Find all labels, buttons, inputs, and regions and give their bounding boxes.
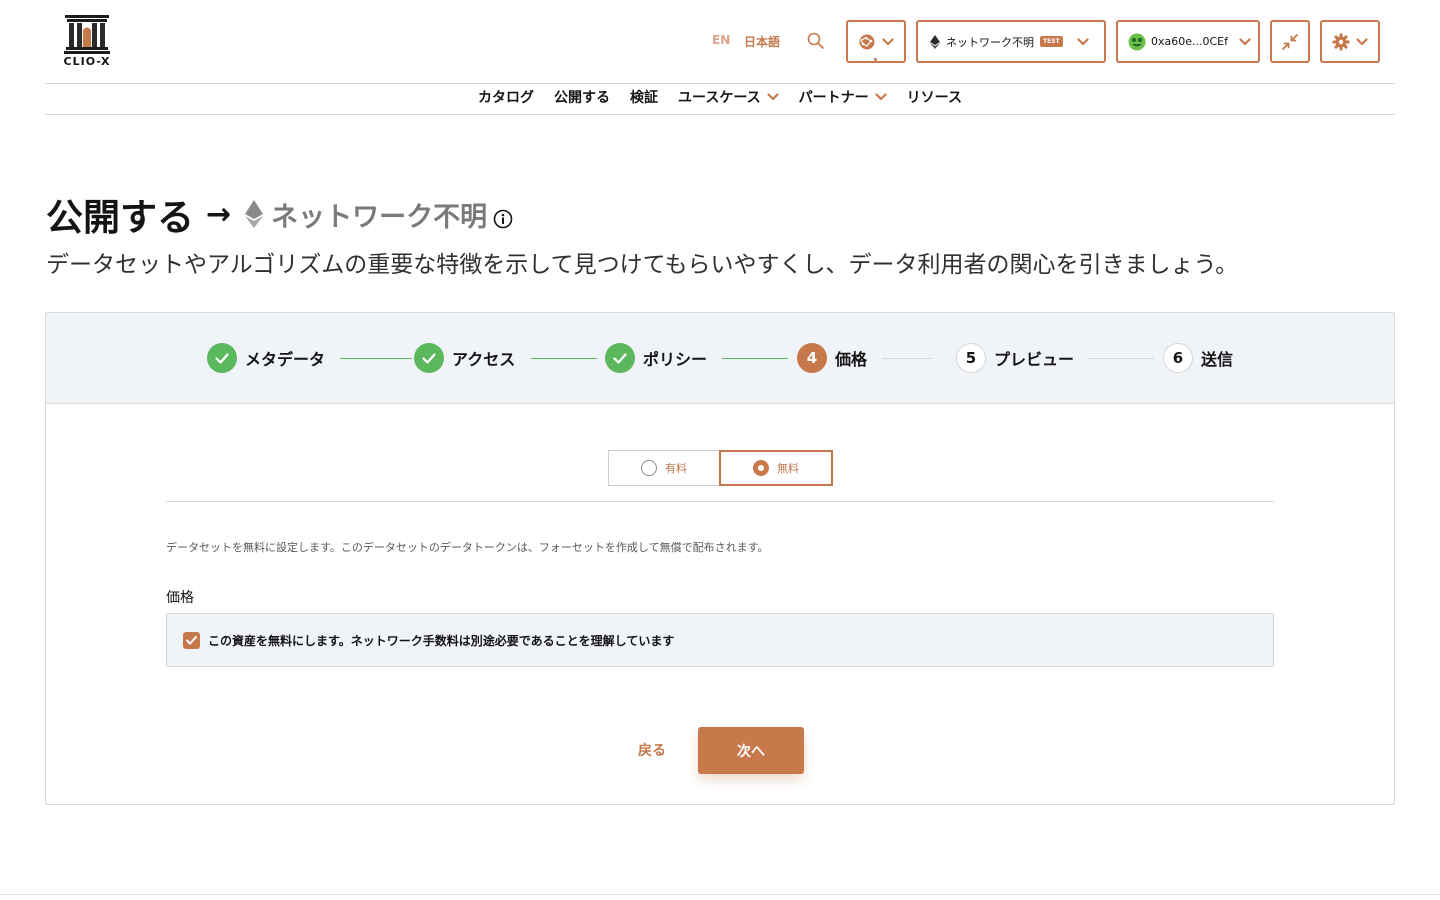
free-confirm-checkbox[interactable]	[183, 631, 200, 649]
check-icon	[613, 352, 627, 364]
ethereum-icon	[245, 200, 264, 228]
check-icon	[422, 352, 436, 364]
pricing-option-label: 有料	[665, 462, 687, 475]
step-preview[interactable]: 5 プレビュー	[956, 343, 1074, 373]
chevron-down-icon	[1239, 37, 1251, 45]
step-connector	[882, 358, 932, 359]
check-icon	[215, 352, 229, 364]
free-confirmation-box: この資産を無料にします。ネットワーク手数料は別途必要であることを理解しています	[166, 613, 1274, 667]
gear-icon	[1332, 33, 1350, 50]
nav-item-label: 公開する	[554, 90, 611, 106]
step-number: 5	[956, 343, 986, 373]
chevron-down-icon	[1077, 37, 1089, 45]
pricing-type-toggle: 有料 無料	[608, 450, 833, 486]
page-title-text: 公開する	[46, 196, 194, 239]
step-label: ポリシー	[643, 350, 708, 369]
check-icon	[186, 635, 197, 644]
radio-selected[interactable]	[753, 460, 769, 476]
step-connector	[722, 358, 788, 359]
step-label: プレビュー	[994, 350, 1075, 369]
search-icon	[807, 32, 824, 49]
main-nav: カタログ 公開する 検証 ユースケース パートナー リソース	[0, 87, 1440, 107]
publish-card: メタデータ アクセス ポリシー 4 価格 5 プレビュー 6 送信 有料 無料 …	[45, 312, 1395, 805]
language-en-link[interactable]: EN	[712, 33, 730, 47]
test-badge: TEST	[1040, 36, 1063, 47]
title-arrow: →	[206, 196, 232, 232]
network-indicator-dot	[874, 58, 877, 61]
next-button[interactable]: 次へ	[698, 727, 804, 774]
logo-text: CLIO-X	[63, 55, 111, 68]
back-button[interactable]: 戻る	[624, 737, 680, 763]
chevron-down-icon	[882, 37, 894, 45]
ethereum-icon	[930, 34, 940, 49]
wallet-address: 0xa60e...0CEf	[1151, 35, 1229, 48]
nav-item-label: リソース	[906, 90, 962, 106]
nav-item-label: パートナー	[798, 90, 869, 106]
footer-divider	[0, 894, 1440, 895]
info-icon[interactable]	[493, 209, 513, 229]
step-number: 6	[1163, 343, 1193, 373]
step-label: 価格	[835, 350, 868, 369]
network-switcher-button[interactable]	[846, 20, 906, 63]
chevron-down-icon	[1356, 37, 1368, 45]
search-button[interactable]	[806, 31, 826, 51]
pricing-help-text: データセットを無料に設定します。このデータセットのデータトークンは、フォーセット…	[166, 541, 769, 554]
page-title: 公開する → ネットワーク不明	[46, 187, 513, 241]
step-price[interactable]: 4 価格	[797, 343, 867, 373]
nav-item-resources[interactable]: リソース	[907, 87, 962, 107]
step-check-circle	[605, 343, 635, 373]
network-selector-button[interactable]: ネットワーク不明 TEST	[916, 20, 1106, 63]
clio-x-logo[interactable]: CLIO-X	[61, 14, 113, 70]
nav-divider	[45, 114, 1395, 115]
globe-network-icon	[859, 34, 875, 49]
pricing-option-free[interactable]: 無料	[719, 450, 833, 486]
page-title-network: ネットワーク不明	[271, 201, 488, 233]
page-subtitle: データセットやアルゴリズムの重要な特徴を示して見つけてもらいやすくし、データ利用…	[46, 252, 1239, 278]
step-label: アクセス	[452, 350, 516, 369]
step-connector	[340, 358, 412, 359]
step-policy[interactable]: ポリシー	[605, 343, 707, 373]
nav-item-label: ユースケース	[678, 90, 761, 106]
nav-item-publish[interactable]: 公開する	[554, 87, 610, 107]
wallet-avatar-icon	[1128, 33, 1146, 50]
nav-item-use-cases[interactable]: ユースケース	[678, 87, 779, 107]
stepper: メタデータ アクセス ポリシー 4 価格 5 プレビュー 6 送信	[46, 313, 1394, 404]
pricing-option-paid[interactable]: 有料	[608, 450, 719, 486]
step-check-circle	[207, 343, 237, 373]
compact-view-button[interactable]	[1270, 20, 1310, 63]
nav-item-partners[interactable]: パートナー	[799, 87, 887, 107]
collapse-arrows-icon	[1282, 33, 1298, 50]
header-divider	[45, 83, 1395, 84]
settings-button[interactable]	[1320, 20, 1380, 63]
wallet-button[interactable]: 0xa60e...0CEf	[1116, 20, 1260, 63]
network-name: ネットワーク不明	[946, 35, 1034, 49]
language-ja-link[interactable]: 日本語	[744, 33, 780, 50]
chevron-down-icon	[767, 93, 779, 101]
step-access[interactable]: アクセス	[414, 343, 515, 373]
nav-item-catalog[interactable]: カタログ	[478, 87, 534, 107]
nav-item-verify[interactable]: 検証	[630, 87, 658, 107]
step-number: 4	[797, 343, 827, 373]
step-check-circle	[414, 343, 444, 373]
nav-item-label: 検証	[630, 90, 659, 106]
price-field-label: 価格	[166, 590, 194, 606]
radio-unselected[interactable]	[641, 460, 657, 476]
step-label: 送信	[1201, 350, 1234, 369]
free-confirm-label[interactable]: この資産を無料にします。ネットワーク手数料は別途必要であることを理解しています	[208, 632, 674, 649]
step-metadata[interactable]: メタデータ	[207, 343, 325, 373]
pricing-divider	[166, 501, 1274, 502]
step-connector	[531, 358, 597, 359]
pricing-option-label: 無料	[777, 462, 799, 475]
step-submit[interactable]: 6 送信	[1163, 343, 1233, 373]
nav-item-label: カタログ	[478, 90, 535, 106]
step-label: メタデータ	[245, 350, 326, 369]
temple-icon	[64, 15, 110, 54]
chevron-down-icon	[875, 93, 887, 101]
step-connector	[1088, 358, 1154, 359]
